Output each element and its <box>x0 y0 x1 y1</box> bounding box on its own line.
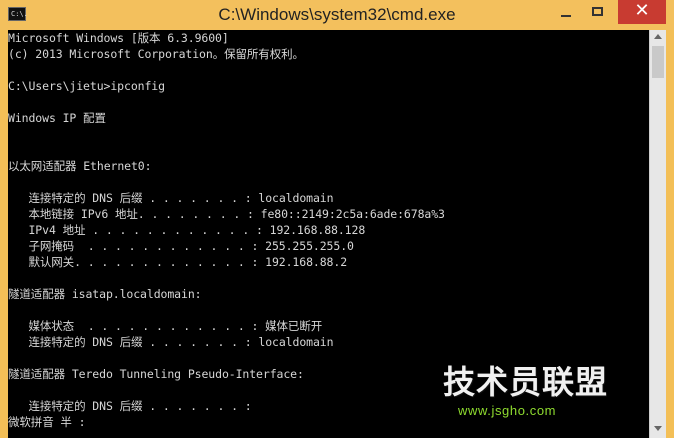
console-line-ipv4: IPv4 地址 . . . . . . . . . . . . : 192.16… <box>8 223 366 237</box>
console-line-dns-suffix: 连接特定的 DNS 后缀 . . . . . . . : localdomain <box>8 191 334 205</box>
console-line-ethernet-header: 以太网适配器 Ethernet0: <box>8 159 152 173</box>
maximize-button[interactable] <box>585 0 613 24</box>
minimize-button[interactable] <box>553 0 581 24</box>
console-line-subnet: 子网掩码 . . . . . . . . . . . . : 255.255.2… <box>8 239 354 253</box>
watermark-logo-text: 技术员联盟 <box>443 363 609 401</box>
vertical-scrollbar[interactable] <box>649 30 666 438</box>
console-line-dns-suffix: 连接特定的 DNS 后缀 . . . . . . . : localdomain <box>8 335 334 349</box>
close-icon: ✕ <box>634 0 650 21</box>
console-line-ip-config: Windows IP 配置 <box>8 111 106 125</box>
console-window: C:\. C:\Windows\system32\cmd.exe ✕ Micro… <box>0 0 674 438</box>
console-line-version: Microsoft Windows [版本 6.3.9600] <box>8 31 229 45</box>
console-line-isatap-header: 隧道适配器 isatap.localdomain: <box>8 287 202 301</box>
close-button[interactable]: ✕ <box>618 0 666 24</box>
maximize-icon <box>592 7 603 16</box>
console-line-teredo-header: 隧道适配器 Teredo Tunneling Pseudo-Interface: <box>8 367 304 381</box>
console-line-media-state: 媒体状态 . . . . . . . . . . . . : 媒体已断开 <box>8 319 323 333</box>
console-line-gateway: 默认网关. . . . . . . . . . . . . : 192.168.… <box>8 255 348 269</box>
ime-status-line: 微软拼音 半 : <box>8 415 86 429</box>
title-bar[interactable]: C:\. C:\Windows\system32\cmd.exe ✕ <box>0 0 674 30</box>
scroll-down-icon[interactable] <box>654 426 662 431</box>
console-line-copyright: (c) 2013 Microsoft Corporation。保留所有权利。 <box>8 47 304 61</box>
scroll-up-icon[interactable] <box>654 34 662 39</box>
console-line-command: C:\Users\jietu>ipconfig <box>8 79 165 93</box>
minimize-icon <box>561 15 571 17</box>
console-line-dns-suffix-empty: 连接特定的 DNS 后缀 . . . . . . . : <box>8 399 252 413</box>
console-line-ipv6: 本地链接 IPv6 地址. . . . . . . . : fe80::2149… <box>8 207 445 221</box>
scrollbar-thumb[interactable] <box>652 46 664 78</box>
watermark-url: www.jsgho.com <box>458 403 557 418</box>
window-frame-right <box>666 30 674 438</box>
